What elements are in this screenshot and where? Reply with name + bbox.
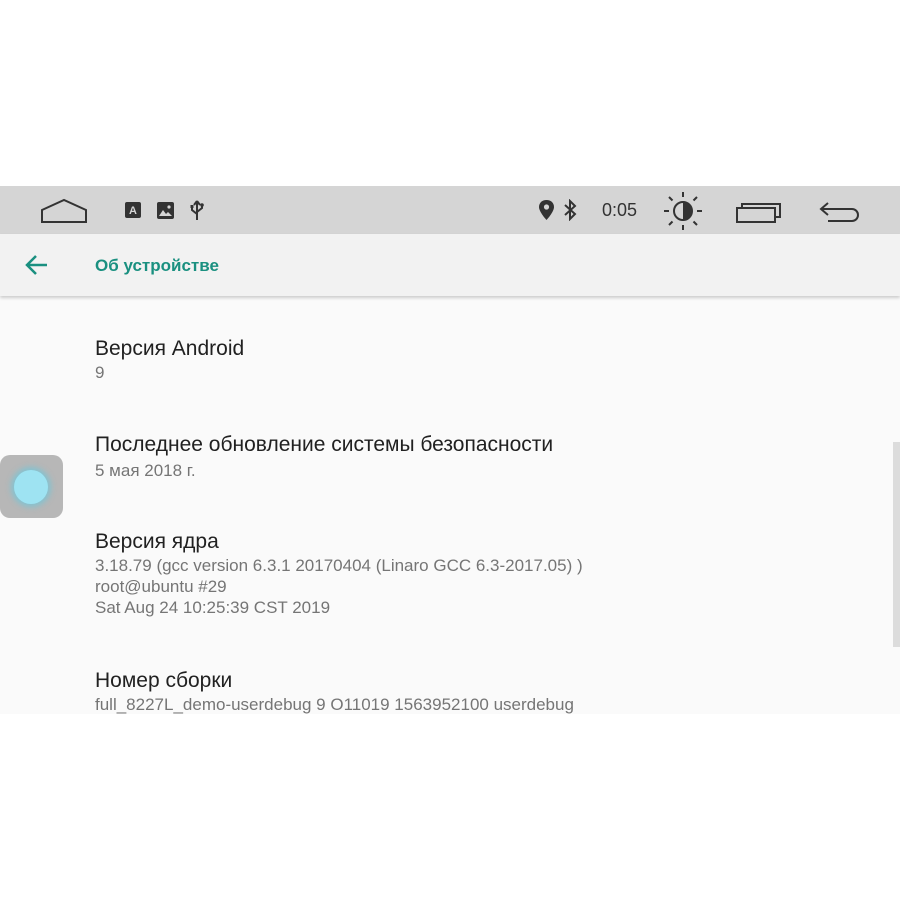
assistive-dot-icon <box>14 470 48 504</box>
pref-security-patch[interactable]: Последнее обновление системы безопасност… <box>95 432 553 481</box>
page-title: Об устройстве <box>95 256 219 275</box>
pref-title: Последнее обновление системы безопасност… <box>95 433 554 456</box>
pref-title: Версия Android <box>95 337 245 360</box>
floating-assistive-button[interactable] <box>0 455 63 518</box>
pref-kernel-version[interactable]: Версия ядра 3.18.79 (gcc version 6.3.1 2… <box>95 529 583 618</box>
pref-build-number[interactable]: Номер сборки full_8227L_demo-userdebug 9… <box>95 668 574 714</box>
pref-title: Номер сборки <box>95 669 233 692</box>
usb-icon <box>190 200 204 220</box>
preference-list: Версия Android 9 Последнее обновление си… <box>0 298 900 714</box>
clock: 0:05 <box>602 200 638 220</box>
home-icon[interactable] <box>40 198 88 224</box>
svg-text:A: A <box>129 205 137 217</box>
brightness-icon[interactable] <box>663 191 703 231</box>
pref-summary: 9 <box>95 363 105 382</box>
android-screen: A 0:05 Об устройстве Версия Android 9 По… <box>0 186 900 714</box>
pref-summary: 5 мая 2018 г. <box>95 461 196 480</box>
keyboard-a-icon: A <box>125 202 141 218</box>
location-icon <box>539 200 554 220</box>
image-icon <box>157 202 174 219</box>
status-bar: A 0:05 <box>0 186 900 234</box>
bluetooth-icon <box>564 199 577 221</box>
back-arrow-icon[interactable] <box>818 200 862 224</box>
pref-summary: 3.18.79 (gcc version 6.3.1 20170404 (Lin… <box>95 556 583 617</box>
pref-summary: full_8227L_demo-userdebug 9 O11019 15639… <box>95 695 574 714</box>
scrollbar[interactable] <box>893 442 900 647</box>
app-bar: Об устройстве <box>0 234 900 296</box>
arrow-back-icon[interactable] <box>24 254 48 276</box>
pref-title: Версия ядра <box>95 530 219 553</box>
recents-icon[interactable] <box>736 201 784 223</box>
pref-android-version[interactable]: Версия Android 9 <box>95 336 244 383</box>
